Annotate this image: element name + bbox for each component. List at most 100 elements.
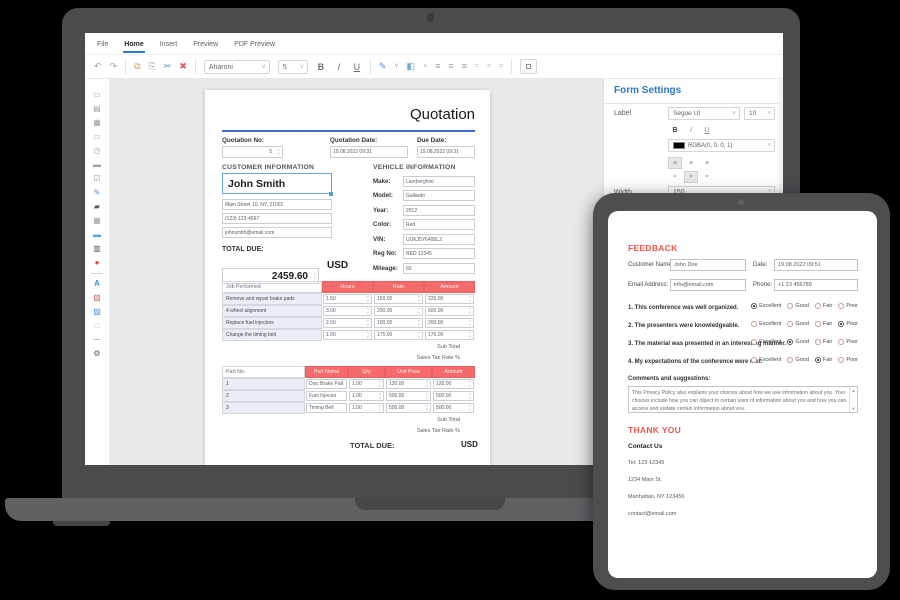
feedback-phone-input[interactable]: +1 23 456789 (774, 279, 858, 291)
combobox-tool-icon[interactable]: ▤ (93, 105, 101, 113)
cut-icon[interactable]: ✂ (164, 62, 172, 71)
radio-option[interactable]: Good (787, 339, 808, 345)
masked-input-tool-icon[interactable]: ▭ (93, 133, 101, 141)
checkbox-tool-icon[interactable]: ☑ (93, 175, 100, 183)
label-bold-button[interactable]: B (668, 124, 682, 136)
label-tool-icon[interactable]: ▬ (93, 161, 101, 169)
vehicle-color-input[interactable]: Red (403, 219, 475, 230)
radio-icon[interactable] (815, 321, 821, 327)
panel-tool-icon[interactable]: ▦ (93, 119, 101, 127)
valign-bottom-icon[interactable]: = (499, 63, 503, 70)
copy-icon[interactable]: ⧉ (134, 62, 140, 71)
font-tool-icon[interactable]: A (94, 280, 100, 288)
datetime-tool-icon[interactable]: ◷ (94, 147, 101, 155)
textbox-tool-icon[interactable]: ▭ (93, 91, 101, 99)
job-rate-stepper[interactable]: 200.00 (374, 306, 423, 316)
part-amount-stepper[interactable]: 500.00 (433, 391, 474, 401)
part-unitprice-stepper[interactable]: 500.00 (386, 403, 431, 413)
part-name-input[interactable]: Disc Brake Pad (306, 379, 347, 389)
label-font-combobox[interactable]: Segoe UI (668, 107, 740, 120)
image-tool-icon[interactable]: ▨ (93, 308, 101, 316)
radio-option[interactable]: Excellent (751, 339, 781, 345)
scroll-down-icon[interactable]: ▼ (852, 406, 856, 411)
radio-option[interactable]: Excellent (751, 321, 781, 327)
map-pin-tool-icon[interactable]: ● (95, 259, 100, 267)
font-color-icon[interactable]: ✎ (379, 62, 387, 71)
quotation-page[interactable]: Quotation Quotation No: Quotation Date: … (205, 90, 490, 465)
radio-icon[interactable] (787, 321, 793, 327)
radio-option[interactable]: Excellent (751, 357, 781, 363)
radio-option[interactable]: Poor (838, 321, 858, 327)
job-amount-stepper[interactable]: 175.00 (425, 330, 474, 340)
job-rate-stepper[interactable]: 100.00 (374, 318, 423, 328)
selection-handle[interactable] (329, 192, 333, 196)
label-underline-button[interactable]: U (700, 124, 714, 136)
comments-textarea[interactable]: This Privacy Policy also explains your c… (628, 386, 858, 413)
radio-option[interactable]: Good (787, 303, 808, 309)
radio-option[interactable]: Excellent (751, 303, 781, 309)
radio-option[interactable]: Fair (815, 357, 832, 363)
part-qty-stepper[interactable]: 1.00 (349, 379, 384, 389)
barcode-tool-icon[interactable]: ▥ (93, 245, 101, 253)
radio-option[interactable]: Good (787, 357, 808, 363)
radio-icon[interactable] (751, 339, 757, 345)
vehicle-mileage-input[interactable]: 60 (403, 263, 475, 274)
part-qty-stepper[interactable]: 1.00 (349, 391, 384, 401)
italic-button[interactable]: I (334, 62, 344, 72)
menu-file[interactable]: File (96, 35, 109, 53)
signature-tool-icon[interactable]: ✎ (94, 189, 101, 197)
textarea-scrollbar[interactable]: ▲▼ (849, 387, 857, 412)
radio-option[interactable]: Fair (815, 321, 832, 327)
radio-icon[interactable] (787, 303, 793, 309)
part-unitprice-stepper[interactable]: 500.00 (386, 391, 431, 401)
radio-icon[interactable] (838, 357, 844, 363)
progressbar-tool-icon[interactable]: ▬ (93, 231, 101, 239)
radio-option[interactable]: Good (787, 321, 808, 327)
align-left-icon[interactable]: ≡ (435, 62, 440, 71)
valign-bottom-button[interactable]: = (700, 171, 714, 183)
halign-center-button[interactable]: ≡ (684, 157, 698, 169)
job-hours-stepper[interactable]: 2.00 (323, 318, 372, 328)
bold-button[interactable]: B (316, 62, 326, 72)
part-amount-stepper[interactable]: 500.00 (433, 403, 474, 413)
part-amount-stepper[interactable]: 120.00 (433, 379, 474, 389)
radio-icon[interactable] (815, 357, 821, 363)
part-qty-stepper[interactable]: 1.00 (349, 403, 384, 413)
quotation-date-input[interactable]: 19.08.2022 09:31 (330, 146, 408, 158)
radio-icon[interactable] (751, 321, 757, 327)
shape-tool-icon[interactable]: □ (95, 322, 100, 330)
job-amount-stepper[interactable]: 200.00 (425, 318, 474, 328)
feedback-name-input[interactable]: John Doe (670, 259, 746, 271)
paste-icon[interactable]: ⎘ (149, 62, 156, 71)
label-color-combobox[interactable]: RGBA(0, 0, 0, 1) (668, 139, 775, 152)
align-right-icon[interactable]: ≡ (462, 62, 467, 71)
vehicle-year-input[interactable]: 2012 (403, 205, 475, 216)
job-hours-stepper[interactable]: 1.50 (323, 294, 372, 304)
part-unitprice-stepper[interactable]: 120.00 (386, 379, 431, 389)
valign-middle-icon[interactable]: = (487, 63, 491, 70)
radio-icon[interactable] (815, 303, 821, 309)
undo-icon[interactable]: ↶ (94, 62, 102, 71)
part-name-input[interactable]: Fuel Injector (306, 391, 347, 401)
customer-email-input[interactable]: johnsmith@email.com (222, 227, 332, 238)
job-hours-stepper[interactable]: 1.00 (323, 330, 372, 340)
quotation-no-stepper[interactable]: 5 (222, 146, 283, 158)
menu-home[interactable]: Home (123, 35, 144, 53)
radio-icon[interactable] (787, 357, 793, 363)
vehicle-vin-input[interactable]: UUKJ5Y6495LZ (403, 234, 475, 245)
due-date-input[interactable]: 19.08.2022 09:31 (417, 146, 475, 158)
scroll-up-icon[interactable]: ▲ (852, 388, 856, 393)
fill-color-icon[interactable]: ◧ (406, 62, 415, 71)
customer-address-input[interactable]: Main Street 10, NY, 21001 (222, 199, 332, 210)
radio-icon[interactable] (838, 339, 844, 345)
valign-middle-button[interactable]: = (684, 171, 698, 183)
halign-left-button[interactable]: ≡ (668, 157, 682, 169)
align-center-icon[interactable]: ≡ (448, 62, 453, 71)
label-size-combobox[interactable]: 10 (744, 107, 775, 120)
label-italic-button[interactable]: I (684, 124, 698, 136)
customer-name-input[interactable]: John Smith (222, 173, 332, 194)
fullscreen-button[interactable] (520, 59, 537, 74)
part-name-input[interactable]: Timing Belt (306, 403, 347, 413)
job-rate-stepper[interactable]: 150.00 (374, 294, 423, 304)
radio-option[interactable]: Fair (815, 303, 832, 309)
